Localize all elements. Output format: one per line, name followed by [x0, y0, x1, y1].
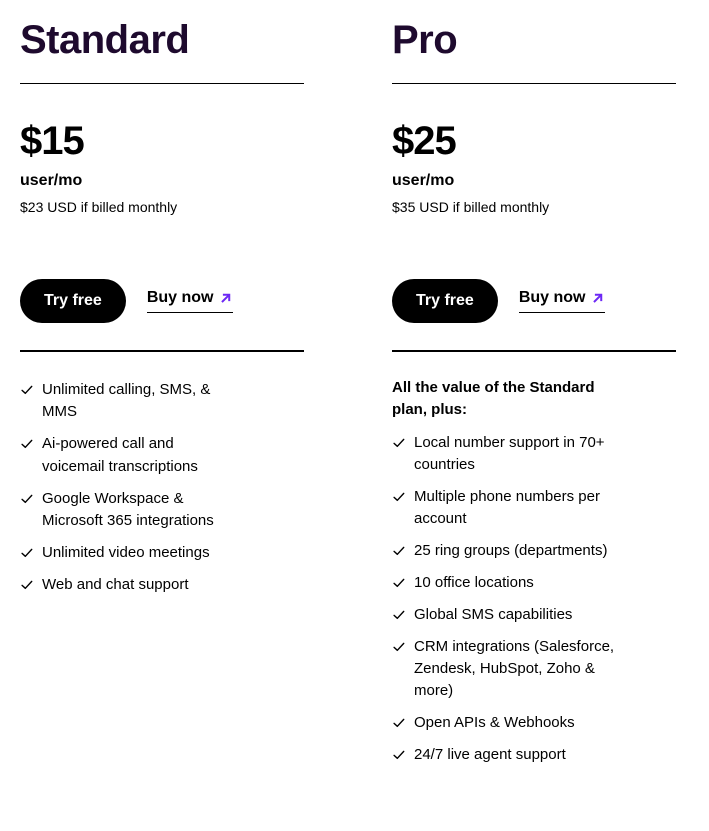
buy-now-label-pro: Buy now [518, 289, 586, 307]
list-item: Unlimited video meetings [20, 542, 304, 564]
buy-now-link-pro[interactable]: Buy now [518, 289, 606, 314]
list-item: Google Workspace & Microsoft 365 integra… [20, 488, 304, 532]
check-icon [392, 748, 406, 762]
billing-note-standard: $23 USD if billed monthly [20, 199, 178, 216]
list-item: CRM integrations (Salesforce, Zendesk, H… [392, 636, 676, 702]
feature-list-standard: Unlimited calling, SMS, & MMS Ai-powered… [20, 379, 304, 595]
price-unit-pro: user/mo [392, 172, 455, 189]
cta-row-pro: Try free Buy now [392, 279, 676, 324]
list-item: Open APIs & Webhooks [392, 712, 676, 734]
arrow-up-right-icon [591, 291, 605, 305]
check-icon [20, 437, 34, 451]
plan-title-pro: Pro [392, 18, 458, 62]
feature-label: Global SMS capabilities [414, 606, 573, 624]
plan-card-pro: Pro $25 user/mo $35 USD if billed monthl… [392, 10, 676, 777]
plan-columns: Standard $15 user/mo $23 USD if billed m… [0, 0, 709, 777]
check-icon [20, 546, 34, 560]
feature-label: Ai-powered call and voicemail transcript… [42, 435, 198, 475]
header-divider-pro [392, 83, 676, 84]
feature-label: Local number support in 70+ countries [414, 433, 605, 474]
price-amount-standard: $15 [20, 119, 85, 163]
features-divider-standard [20, 350, 304, 353]
price-block-pro: $25 user/mo $35 USD if billed monthly [392, 120, 676, 216]
arrow-up-right-icon [219, 291, 233, 305]
header-divider-standard [20, 83, 304, 84]
try-free-button-standard[interactable]: Try free [20, 279, 126, 324]
check-icon [392, 716, 406, 730]
list-item: Unlimited calling, SMS, & MMS [20, 379, 304, 423]
feature-label: Multiple phone numbers per account [414, 488, 600, 528]
plan-title-standard: Standard [20, 18, 190, 62]
check-icon [392, 576, 406, 590]
check-icon [20, 492, 34, 506]
check-icon [392, 640, 406, 654]
pricing-comparison: Standard $15 user/mo $23 USD if billed m… [0, 0, 709, 831]
cta-row-standard: Try free Buy now [20, 279, 304, 324]
price-block-standard: $15 user/mo $23 USD if billed monthly [20, 120, 304, 216]
feature-list-pro: Local number support in 70+ countries Mu… [392, 432, 676, 767]
feature-label: 24/7 live agent support [414, 746, 566, 764]
list-item: 10 office locations [392, 572, 676, 594]
feature-label: Google Workspace & Microsoft 365 integra… [42, 489, 214, 529]
check-icon [392, 544, 406, 558]
feature-label: Open APIs & Webhooks [414, 714, 575, 732]
price-amount-pro: $25 [392, 119, 457, 163]
list-item: Local number support in 70+ countries [392, 432, 676, 476]
list-item: 25 ring groups (departments) [392, 540, 676, 562]
feature-label: 10 office locations [414, 574, 534, 592]
try-free-button-pro[interactable]: Try free [392, 279, 498, 324]
list-item: Web and chat support [20, 574, 304, 596]
features-section-standard: Unlimited calling, SMS, & MMS Ai-powered… [20, 379, 304, 595]
list-item: Global SMS capabilities [392, 604, 676, 626]
check-icon [392, 436, 406, 450]
feature-label: Unlimited video meetings [42, 543, 210, 561]
features-divider-pro [392, 350, 676, 353]
features-section-pro: All the value of the Standard plan, plus… [392, 377, 676, 766]
buy-now-label-standard: Buy now [146, 289, 214, 307]
feature-label: CRM integrations (Salesforce, Zendesk, H… [414, 638, 615, 700]
plan-card-standard: Standard $15 user/mo $23 USD if billed m… [20, 10, 304, 606]
price-unit-standard: user/mo [20, 172, 83, 189]
features-intro-pro: All the value of the Standard plan, plus… [392, 379, 595, 418]
check-icon [20, 383, 34, 397]
check-icon [20, 578, 34, 592]
feature-label: 25 ring groups (departments) [414, 542, 608, 560]
buy-now-link-standard[interactable]: Buy now [146, 289, 234, 314]
check-icon [392, 490, 406, 504]
feature-label: Web and chat support [42, 575, 189, 593]
check-icon [392, 608, 406, 622]
list-item: Multiple phone numbers per account [392, 486, 676, 530]
feature-label: Unlimited calling, SMS, & MMS [42, 381, 211, 421]
list-item: Ai-powered call and voicemail transcript… [20, 433, 304, 477]
list-item: 24/7 live agent support [392, 744, 676, 766]
billing-note-pro: $35 USD if billed monthly [392, 199, 550, 216]
